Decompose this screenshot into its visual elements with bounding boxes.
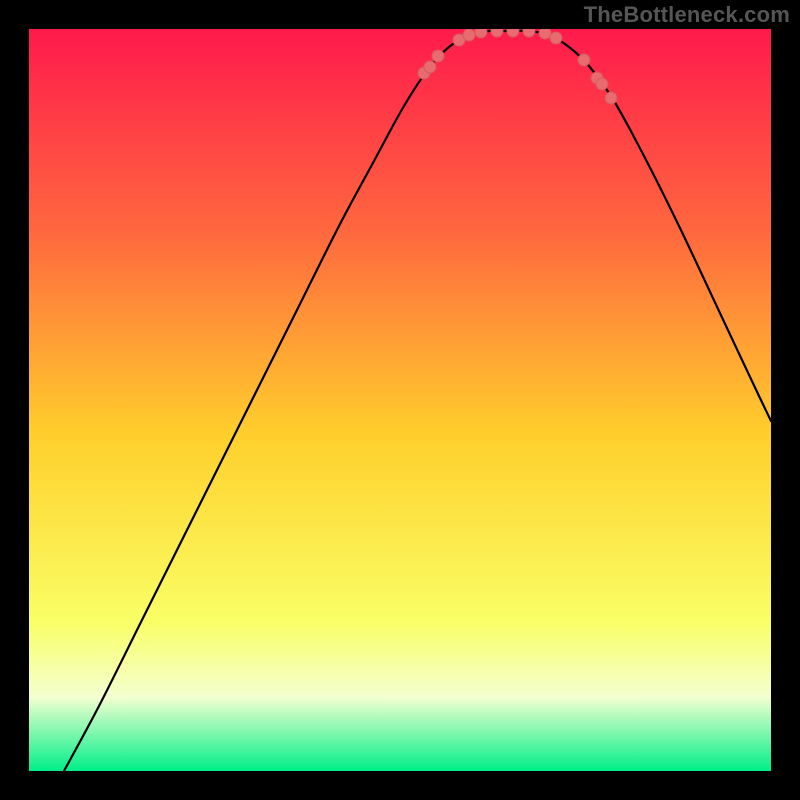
curve-marker xyxy=(523,29,535,37)
curve-marker xyxy=(550,32,562,44)
curve-marker xyxy=(432,50,444,62)
chart-stage: { "watermark": "TheBottleneck.com", "col… xyxy=(0,0,800,800)
curve-marker xyxy=(539,29,551,39)
plot-area xyxy=(29,29,771,771)
curve-marker xyxy=(475,29,487,38)
curve-marker xyxy=(463,29,475,41)
curve-marker xyxy=(424,61,436,73)
chart-svg xyxy=(29,29,771,771)
curve-marker xyxy=(596,78,608,90)
curve-marker xyxy=(491,29,503,37)
curve-marker xyxy=(578,54,590,66)
curve-marker xyxy=(605,92,617,104)
watermark-text: TheBottleneck.com xyxy=(584,2,790,28)
gradient-background xyxy=(29,29,771,771)
curve-marker xyxy=(507,29,519,37)
